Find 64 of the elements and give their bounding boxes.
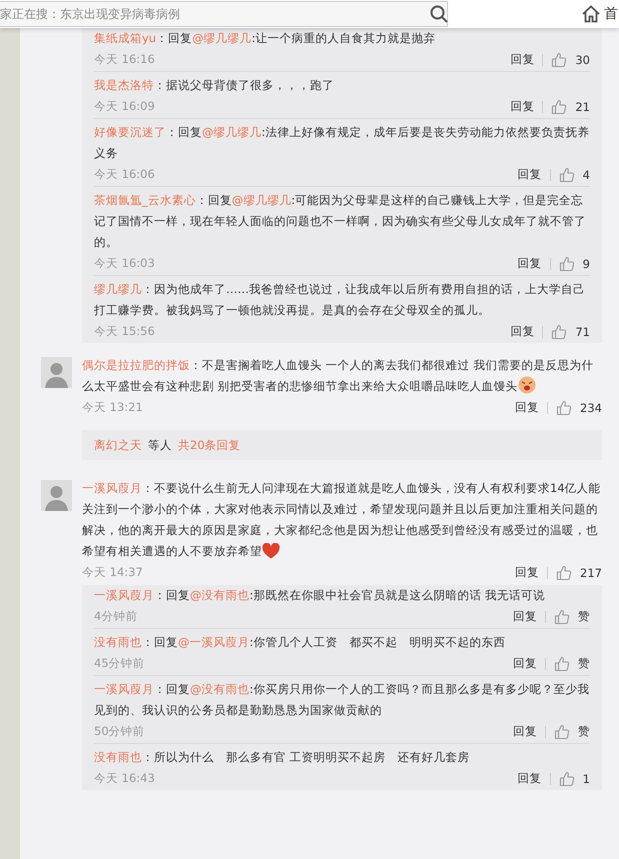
reply-text: 茶烟氤氲_云水素心：回复@缪几缪几:可能因为父母辈是这样的自己赚钱上大学，但是完全忘记了国情不一样，现在年轻人面临的问题也不一样啊，因为确实有些父母儿女成年了就不管了的。 (94, 192, 587, 251)
reply-link[interactable]: 回复 (518, 256, 542, 271)
timestamp: 今天 16:16 (94, 52, 155, 67)
timestamp: 今天 16:03 (94, 256, 155, 271)
like-count[interactable]: 4 (582, 168, 590, 182)
reply-text: 缪几缪几：因为他成年了……我爸曾经也说过，让我成年以后所有费用自担的话，上大学自己打工赚学费。被我妈骂了一顿他就没再提。是真的会存在父母双全的孤儿。 (94, 281, 586, 319)
avatar[interactable] (41, 480, 72, 511)
thumbs-up-icon[interactable] (558, 256, 575, 272)
heart-icon (262, 543, 280, 559)
reply-text: 一溪风葭月：回复@没有雨也:你买房只用你一个人的工资吗？而且那么多是有多少呢？至少我见到的、我认识的公务员都是勤勤恳恳为国家做贡献的 (94, 681, 590, 719)
reply-link[interactable]: 回复 (515, 400, 540, 415)
reply-text: 一溪风葭月：回复@没有雨也:那既然在你眼中社会官员就是这么阴暗的话 我无话可说 (94, 587, 546, 604)
thumbs-up-icon[interactable] (556, 400, 572, 416)
reply-link[interactable]: 回复 (510, 324, 534, 339)
timestamp: 今天 15:56 (94, 324, 155, 339)
reply-link[interactable]: 回复 (513, 656, 537, 671)
reply-link[interactable]: 回复 (513, 609, 537, 624)
home-icon[interactable] (582, 5, 600, 23)
reply-link[interactable]: 回复 (518, 771, 542, 786)
reply-link[interactable]: 回复 (510, 99, 534, 114)
like-count[interactable]: 30 (575, 52, 590, 66)
thumbs-up-icon[interactable] (551, 98, 568, 114)
reply-link[interactable]: 回复 (518, 167, 542, 182)
more-label: 等人 (148, 438, 172, 452)
timestamp: 今天 16:43 (94, 771, 155, 786)
search-icon[interactable] (430, 5, 448, 23)
timestamp: 50分钟前 (94, 724, 145, 739)
reply-text: 没有雨也：回复@一溪风葭月:你管几个人工资 都买不起 明明买不起的东西 (94, 634, 506, 651)
comment-text: 一溪风葭月：不要说什么生前无人问津现在大篇报道就是吃人血馒头，没有人有权利要求14亿人能关注到一个渺小的个体，大家对他表示同情以及难过，希望发现问题并且以后更加注重相关问题的解决，他的离开最大的原因是家庭，大家都纪念他是因为想让他感受到曾经没有感受过的温暖，也希望有相关遭遇的人不要放弃希望 (82, 480, 602, 561)
timestamp: 45分钟前 (94, 656, 145, 671)
timestamp: 今天 16:09 (94, 99, 155, 114)
like-count[interactable]: 234 (580, 400, 602, 414)
timestamp: 4分钟前 (94, 609, 138, 624)
like-count[interactable]: 21 (575, 100, 590, 114)
thumbs-up-icon[interactable] (554, 608, 570, 624)
like-count[interactable]: 71 (575, 324, 590, 338)
avatar[interactable] (41, 357, 72, 388)
like-count[interactable]: 赞 (578, 656, 590, 671)
search-field[interactable]: 家正在搜：东京出现变异病毒病例 (0, 1, 448, 27)
thumbs-up-icon[interactable] (551, 324, 568, 340)
like-count[interactable]: 217 (580, 566, 602, 580)
thumbs-up-icon[interactable] (554, 656, 570, 672)
home-link[interactable]: 首 (604, 5, 618, 23)
comment-text: 偶尔是拉拉肥的拌饭：不是害搁着吃人血馒头 一个人的离去我们都很难过 我们需要的是反思为什么太平盛世会有这种悲剧 别把受害者的悲惨细节拿出来给大众咀嚼品味吃人血馒头 (82, 357, 594, 396)
angry-face-icon (518, 376, 536, 394)
thumbs-up-icon[interactable] (551, 52, 568, 68)
reply-text: 集纸成箱yu：回复@缪几缪几:让一个病重的人自食其力就是抛弃 (94, 30, 436, 47)
thumbs-up-icon[interactable] (558, 166, 575, 182)
timestamp: 今天 14:37 (82, 565, 143, 580)
like-count[interactable]: 赞 (578, 609, 590, 624)
like-count[interactable]: 9 (582, 256, 590, 270)
reply-text: 没有雨也：所以为什么 那么多有官 工资明明买不起房 还有好几套房 (94, 749, 471, 766)
thumbs-up-icon[interactable] (556, 564, 572, 580)
reply-link[interactable]: 回复 (515, 565, 540, 580)
like-count[interactable]: 赞 (578, 724, 590, 739)
like-count[interactable]: 1 (582, 772, 590, 786)
timestamp: 今天 16:06 (94, 167, 155, 182)
thumbs-up-icon[interactable] (554, 724, 570, 740)
thumbs-up-icon[interactable] (558, 770, 575, 786)
reply-link[interactable]: 回复 (510, 52, 534, 67)
reply-text: 好像要沉迷了：回复@缪几缪几:法律上好像有规定，成年后要是丧失劳动能力依然要负责抚养义务 (94, 124, 590, 162)
timestamp: 今天 13:21 (82, 400, 143, 415)
reply-link[interactable]: 回复 (513, 724, 537, 739)
reply-text: 我是杰洛特：据说父母背债了很多，，，跑了 (94, 77, 335, 94)
